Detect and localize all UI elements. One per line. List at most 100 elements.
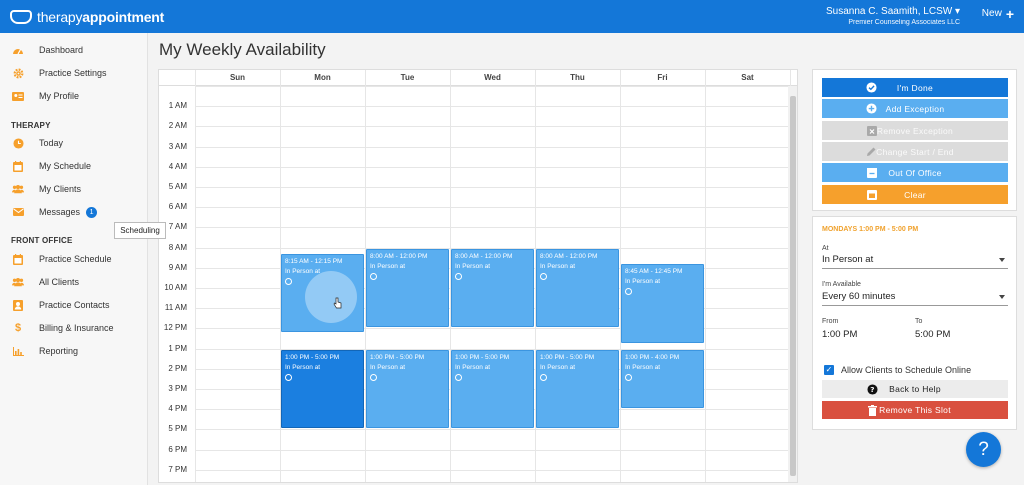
slot-time: 1:00 PM - 5:00 PM — [285, 353, 340, 361]
slot-location: In Person at — [540, 363, 576, 371]
envelope-icon — [12, 206, 24, 218]
clear-button[interactable]: Clear — [822, 185, 1008, 204]
grid-column-line — [195, 70, 196, 482]
sidebar-item-label: My Profile — [39, 91, 80, 101]
sidebar-item-my-schedule[interactable]: My Schedule — [12, 158, 91, 174]
change-start-end-button[interactable]: Change Start / End — [822, 142, 1008, 161]
hour-label: 3 AM — [168, 141, 187, 151]
actions-panel: I'm Done Add Exception Remove Exception … — [812, 69, 1017, 211]
from-label: From — [822, 318, 839, 325]
day-header-tue: Tue — [400, 73, 415, 82]
availability-slot[interactable]: 8:00 AM - 12:00 PM In Person at — [366, 248, 449, 328]
availability-slot[interactable]: 8:45 AM - 12:45 PM In Person at — [621, 263, 704, 343]
im-done-label: I'm Done — [896, 82, 934, 93]
hour-label: 7 PM — [168, 464, 187, 474]
slot-time: 8:45 AM - 12:45 PM — [625, 267, 683, 275]
remove-slot-button[interactable]: Remove This Slot — [822, 401, 1008, 419]
allow-online-checkbox[interactable]: ✓ — [824, 365, 834, 375]
sidebar-item-practice-schedule[interactable]: Practice Schedule — [12, 251, 112, 267]
calendar-scrollbar[interactable] — [788, 86, 797, 482]
sidebar-item-messages[interactable]: Messages 1 — [12, 204, 98, 220]
dashboard-gauge-icon — [12, 44, 24, 56]
slot-location: In Person at — [625, 363, 661, 371]
add-exception-button[interactable]: Add Exception — [822, 99, 1008, 118]
sidebar-item-label: Reporting — [39, 346, 79, 356]
grid-row-line — [195, 469, 789, 471]
sidebar-item-label: All Clients — [39, 277, 80, 287]
logo-mark-icon — [10, 10, 32, 24]
sidebar-item-my-clients[interactable]: My Clients — [12, 181, 81, 197]
user-name: Susanna C. Saamith, LCSW ▾ — [826, 6, 960, 17]
slot-time: 8:00 AM - 12:00 PM — [540, 252, 598, 260]
grid-row-line — [195, 106, 789, 108]
contact-icon — [12, 299, 24, 311]
back-to-help-button[interactable]: ? Back to Help — [822, 380, 1008, 398]
available-label: I'm Available — [822, 281, 861, 288]
remove-slot-label: Remove This Slot — [879, 405, 951, 415]
sidebar-item-practice-settings[interactable]: Practice Settings — [12, 65, 107, 81]
sidebar-item-all-clients[interactable]: All Clients — [12, 274, 79, 290]
help-fab-button[interactable]: ? — [966, 432, 1001, 467]
hour-label: 2 AM — [168, 121, 187, 131]
calendar-minus-icon — [866, 167, 877, 178]
day-header-sat: Sat — [741, 73, 754, 82]
grid-row-line — [195, 126, 789, 128]
availability-slot[interactable]: 1:00 PM - 5:00 PM In Person at — [451, 349, 534, 429]
sidebar-item-billing-insurance[interactable]: $ Billing & Insurance — [12, 320, 114, 336]
sidebar-item-my-profile[interactable]: My Profile — [12, 88, 79, 104]
brand-name: therapyappointment — [37, 9, 165, 25]
location-select[interactable]: In Person at — [822, 254, 1008, 269]
availability-slot[interactable]: 8:00 AM - 12:00 PM In Person at — [451, 248, 534, 328]
day-header-wed: Wed — [484, 73, 501, 82]
new-button[interactable]: New + — [982, 5, 1014, 22]
calendar-icon — [12, 253, 24, 265]
out-of-office-button[interactable]: Out Of Office — [822, 163, 1008, 182]
remove-exception-button[interactable]: Remove Exception — [822, 121, 1008, 140]
caret-down-icon — [999, 258, 1005, 262]
pencil-icon — [866, 146, 877, 157]
sidebar-item-practice-contacts[interactable]: Practice Contacts — [12, 297, 110, 313]
sidebar-item-reporting[interactable]: Reporting — [12, 343, 78, 359]
scrollbar-thumb[interactable] — [790, 96, 796, 476]
chevron-down-icon: ▾ — [954, 6, 960, 17]
sidebar-item-label: Messages — [39, 207, 81, 217]
to-time[interactable]: 5:00 PM — [915, 329, 950, 340]
availability-slot[interactable]: 1:00 PM - 5:00 PM In Person at — [536, 349, 619, 429]
hour-label: 3 PM — [168, 384, 187, 393]
top-bar: therapyappointment Susanna C. Saamith, L… — [0, 0, 1024, 33]
hour-label: 4 PM — [168, 404, 187, 414]
from-time[interactable]: 1:00 PM — [822, 329, 857, 340]
sidebar-heading-therapy: THERAPY — [11, 121, 51, 130]
sidebar-item-label: Practice Schedule — [39, 254, 112, 264]
day-header-fri: Fri — [657, 73, 668, 82]
availability-slot[interactable]: 8:00 AM - 12:00 PM In Person at — [536, 248, 619, 328]
grid-row-line — [195, 187, 789, 188]
hour-label: 6 PM — [168, 444, 187, 454]
slot-time: 1:00 PM - 5:00 PM — [540, 353, 595, 361]
app-logo[interactable]: therapyappointment — [10, 8, 164, 26]
sidebar-heading-front-office: FRONT OFFICE — [11, 236, 73, 245]
availability-slot[interactable]: 1:00 PM - 4:00 PM In Person at — [621, 349, 704, 409]
hour-label: 1 AM — [168, 101, 187, 111]
hour-label: 11 AM — [164, 303, 187, 313]
availability-slot[interactable]: 1:00 PM - 5:00 PM In Person at — [281, 349, 364, 429]
user-menu[interactable]: Susanna C. Saamith, LCSW ▾ Premier Couns… — [826, 6, 960, 26]
plus-icon: + — [1005, 5, 1014, 22]
globe-icon — [455, 373, 462, 381]
sidebar-item-dashboard[interactable]: Dashboard — [12, 42, 83, 58]
clear-label: Clear — [904, 189, 926, 200]
hour-label: 8 AM — [168, 242, 187, 252]
day-header-thu: Thu — [570, 73, 585, 82]
availability-slot[interactable]: 1:00 PM - 5:00 PM In Person at — [366, 349, 449, 429]
messages-count-badge: 1 — [86, 206, 98, 218]
hour-label: 4 AM — [168, 161, 187, 171]
slot-location: In Person at — [370, 363, 406, 371]
slot-time: 8:00 AM - 12:00 PM — [455, 252, 513, 260]
sidebar-item-today[interactable]: Today — [12, 135, 63, 151]
slot-time: 1:00 PM - 5:00 PM — [455, 353, 510, 361]
im-done-button[interactable]: I'm Done — [822, 78, 1008, 97]
grid-row-line — [195, 146, 789, 148]
availability-interval-select[interactable]: Every 60 minutes — [822, 291, 1008, 306]
check-circle-icon — [866, 82, 877, 93]
grid-row-line — [195, 86, 789, 87]
